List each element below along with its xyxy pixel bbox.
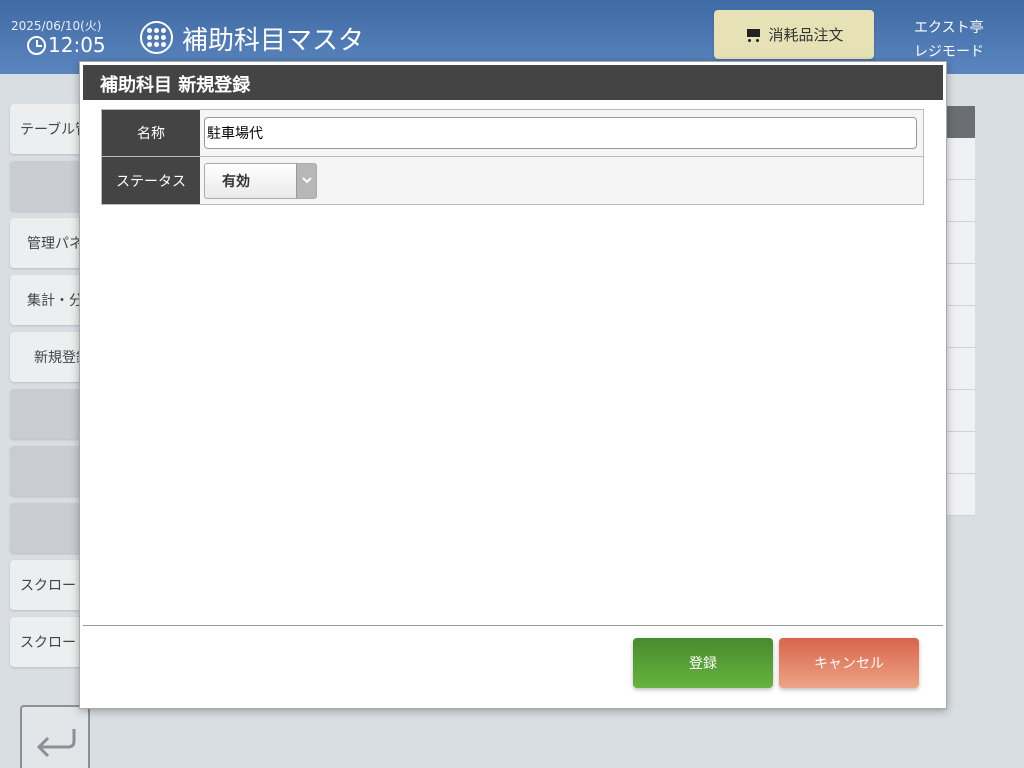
sidebar-item-new[interactable]: 新規登録	[10, 332, 90, 382]
status-label: ステータス	[102, 157, 200, 204]
sidebar-item-scroll-up[interactable]: スクロー	[10, 560, 90, 610]
status-row: ステータス 有効	[102, 157, 923, 204]
clock-icon	[27, 35, 46, 55]
page-title: 補助科目マスタ	[182, 26, 365, 56]
cart-icon	[744, 27, 762, 43]
back-button[interactable]	[20, 705, 90, 768]
supplies-order-button[interactable]: 消耗品注文	[714, 10, 874, 59]
sidebar-item-aggregate[interactable]: 集計・分	[10, 275, 90, 325]
sidebar-item-table[interactable]: テーブル管	[10, 104, 90, 154]
register-button[interactable]: 登録	[633, 638, 773, 688]
sidebar-item-blank[interactable]	[10, 446, 90, 496]
shop-name: エクスト亭	[914, 20, 984, 36]
dialog-title: 補助科目 新規登録	[83, 65, 943, 100]
name-input[interactable]	[204, 117, 917, 149]
sidebar-item-blank[interactable]	[10, 161, 90, 211]
background-list	[944, 106, 975, 516]
chevron-down-icon[interactable]	[296, 163, 316, 198]
current-time: 12:05	[27, 33, 106, 57]
cancel-button[interactable]: キャンセル	[779, 638, 919, 688]
name-label: 名称	[102, 110, 200, 156]
supplies-order-label: 消耗品注文	[768, 26, 844, 44]
sidebar-item-blank[interactable]	[10, 389, 90, 439]
current-date: 2025/06/10(火)	[11, 19, 102, 33]
registration-form: 名称 ステータス 有効	[101, 109, 924, 205]
sidebar-item-scroll-down[interactable]: スクロー	[10, 617, 90, 667]
name-row: 名称	[102, 110, 923, 157]
footer-divider	[83, 625, 943, 626]
mode-name: レジモード	[914, 44, 984, 60]
new-subaccount-dialog: 補助科目 新規登録 名称 ステータス 有効 登録 キャンセル	[79, 61, 947, 709]
sidebar-item-admin-panel[interactable]: 管理パネ	[10, 218, 90, 268]
sidebar-item-blank[interactable]	[10, 503, 90, 553]
status-selected-value: 有効	[222, 173, 250, 190]
time-text: 12:05	[48, 33, 106, 57]
back-arrow-icon	[36, 729, 76, 758]
menu-grid-icon[interactable]	[140, 21, 173, 54]
status-select[interactable]: 有効	[204, 162, 317, 199]
